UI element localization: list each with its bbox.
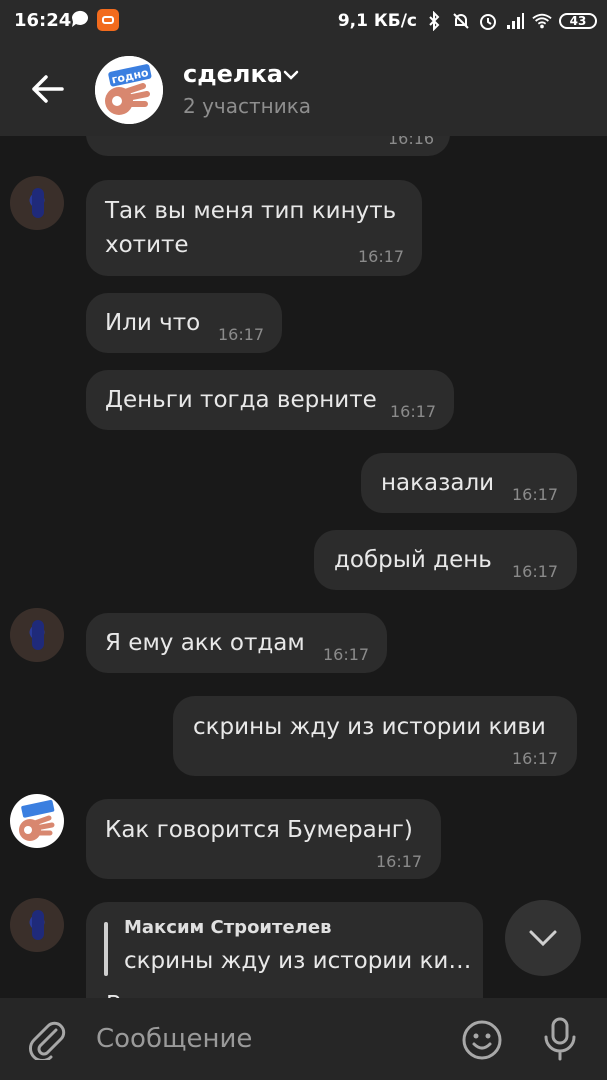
signal-icon <box>507 13 524 29</box>
back-arrow-icon[interactable] <box>28 70 66 108</box>
message-input[interactable]: Сообщение <box>96 1024 252 1054</box>
message-time: 16:17 <box>358 247 405 266</box>
scroll-to-bottom-button[interactable] <box>505 900 581 976</box>
alarm-icon <box>480 14 496 30</box>
sender-avatar[interactable] <box>10 898 64 952</box>
battery-indicator: 43 <box>559 13 597 29</box>
chat-participants: 2 участника <box>183 94 312 118</box>
message-time: 16:17 <box>512 749 559 768</box>
message-feed[interactable]: 16:16 Так вы меня тип кинуть хотите 16:1… <box>0 136 607 998</box>
ok-hand-sticker-icon <box>19 799 55 841</box>
message-time: 16:17 <box>218 325 265 344</box>
emoji-icon[interactable] <box>460 1018 504 1062</box>
message-time: 16:17 <box>390 402 437 421</box>
message-bubble[interactable]: 16:16 <box>86 136 450 156</box>
message-time: 16:16 <box>388 136 435 148</box>
message-bubble[interactable]: Я ему акк отдам 16:17 <box>86 613 387 673</box>
sender-avatar[interactable] <box>10 608 64 662</box>
message-bubble-outgoing[interactable]: наказали 16:17 <box>361 453 577 513</box>
status-right: 9,1 КБ/с 43 <box>338 9 597 33</box>
message-text: наказали <box>381 470 495 496</box>
message-text: Я ему акк отдам <box>105 630 305 656</box>
status-bar: 16:24 9,1 КБ/с 43 <box>0 0 607 44</box>
message-time: 16:17 <box>512 485 559 504</box>
status-time: 16:24 <box>14 10 72 31</box>
wifi-icon <box>532 13 552 29</box>
attach-icon[interactable] <box>26 1018 66 1060</box>
app-notification-icon <box>97 9 119 31</box>
ok-hand-sticker-icon: годно <box>95 56 163 124</box>
sender-avatar[interactable] <box>10 794 64 848</box>
sender-avatar[interactable] <box>10 176 64 230</box>
message-text: Деньги тогда верните <box>105 387 377 413</box>
message-text: хотите <box>105 232 189 258</box>
message-text: В <box>106 988 122 998</box>
reply-text: скрины жду из истории ки… <box>124 948 472 974</box>
bluetooth-icon <box>429 11 440 31</box>
message-text: Как говорится Бумеранг) <box>105 817 413 843</box>
message-text: скрины жду из истории киви <box>193 714 546 740</box>
message-time: 16:17 <box>376 852 423 871</box>
chat-notification-icon <box>71 10 88 27</box>
message-bubble[interactable]: Деньги тогда верните 16:17 <box>86 370 454 430</box>
message-composer: Сообщение <box>0 998 607 1080</box>
message-time: 16:17 <box>512 562 559 581</box>
message-bubble[interactable]: Так вы меня тип кинуть хотите 16:17 <box>86 180 422 276</box>
message-text: Или что <box>105 310 201 336</box>
message-text: Так вы меня тип кинуть <box>105 198 397 224</box>
message-bubble[interactable]: Или что 16:17 <box>86 293 282 353</box>
reply-quote-bar <box>104 922 108 976</box>
message-bubble-outgoing[interactable]: скрины жду из истории киви 16:17 <box>173 696 577 776</box>
chevron-down-icon <box>529 930 557 947</box>
message-time: 16:17 <box>323 645 370 664</box>
chevron-down-icon[interactable] <box>282 66 300 84</box>
message-bubble-outgoing[interactable]: добрый день 16:17 <box>314 530 577 590</box>
mute-bell-icon <box>453 13 469 29</box>
message-text: добрый день <box>334 547 492 573</box>
message-bubble[interactable]: Как говорится Бумеранг) 16:17 <box>86 799 441 879</box>
reply-author: Максим Строителев <box>124 917 332 938</box>
message-bubble-reply[interactable]: Максим Строителев скрины жду из истории … <box>86 902 483 998</box>
chat-avatar[interactable]: годно <box>95 56 163 124</box>
chat-title[interactable]: сделка <box>183 60 283 88</box>
network-speed: 9,1 КБ/с <box>337 11 417 31</box>
microphone-icon[interactable] <box>540 1016 580 1062</box>
chat-header: годно сделка 2 участника <box>0 44 607 136</box>
